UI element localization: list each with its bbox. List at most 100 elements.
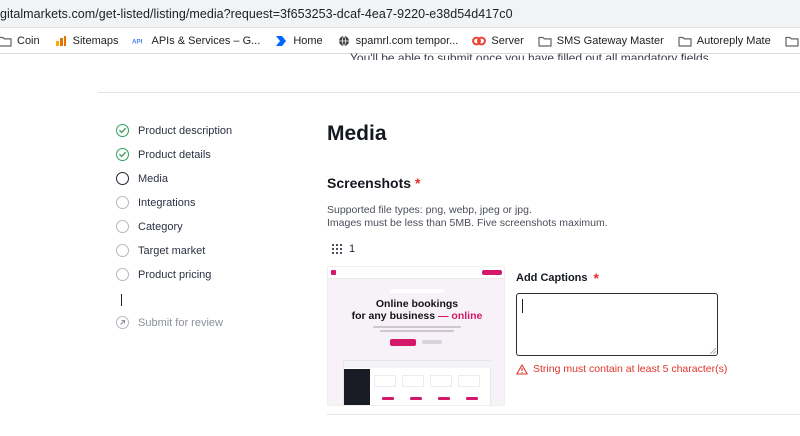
text-caret [522, 299, 523, 313]
thumb-secondary-button [422, 340, 442, 344]
required-asterisk: * [593, 270, 599, 286]
step-label: Product pricing [138, 268, 212, 281]
step-label: Integrations [138, 196, 196, 209]
step-label: Target market [138, 244, 206, 257]
bookmark-label: Sitemaps [72, 35, 119, 47]
step-product-description[interactable]: Product description [116, 124, 232, 137]
server-icon [472, 34, 487, 48]
thumb-cta [482, 270, 502, 275]
thumb-subtext [373, 326, 461, 328]
bookmark-item[interactable]: Coin [0, 34, 40, 48]
pending-step-icon [116, 196, 129, 209]
bookmark-label: SMS Gateway Master [556, 35, 664, 47]
thumb-bar [466, 397, 478, 400]
page-title: Media [327, 122, 387, 145]
bookmark-item[interactable]: DYI [785, 34, 800, 48]
check-circle-icon [116, 124, 129, 137]
validation-error: String must contain at least 5 character… [516, 363, 727, 375]
step-product-pricing[interactable]: Product pricing [116, 268, 211, 281]
bookmark-item[interactable]: SMS Gateway Master [538, 34, 664, 48]
thumb-bar [382, 397, 394, 400]
divider [98, 92, 800, 93]
thumb-app-sidebar [344, 369, 370, 405]
pending-step-icon [116, 244, 129, 257]
screenshot-thumbnail[interactable]: Online bookings for any business — onlin… [327, 266, 505, 406]
step-label: Media [138, 172, 168, 185]
thumb-stat-card [402, 375, 424, 387]
bookmark-label: Coin [17, 35, 40, 47]
thumb-logo-icon [331, 270, 336, 275]
screenshot-number: 1 [349, 243, 356, 255]
stepper-connector [121, 294, 122, 306]
address-bar[interactable]: gitalmarkets.com/get-listed/listing/medi… [0, 0, 800, 28]
thumb-stat-card [430, 375, 452, 387]
thumb-pill [390, 289, 444, 293]
bookmark-label: Home [293, 35, 323, 47]
caption-label-text: Add Captions [516, 272, 588, 284]
step-label: Product description [138, 124, 233, 137]
bookmark-label: Autoreply Mate [696, 35, 771, 47]
bookmark-label: APIs & Services – G... [151, 35, 261, 47]
validation-error-text: String must contain at least 5 character… [533, 363, 728, 375]
thumb-stat-card [374, 375, 396, 387]
caption-textarea[interactable] [516, 293, 718, 356]
folder-icon [538, 34, 552, 48]
analytics-icon [54, 34, 68, 48]
step-target-market[interactable]: Target market [116, 244, 205, 257]
folder-icon [785, 34, 799, 48]
thumb-bar [410, 397, 422, 400]
divider [327, 414, 800, 415]
bookmark-label: Server [491, 35, 524, 47]
step-category[interactable]: Category [116, 220, 183, 233]
pending-step-icon [116, 268, 129, 281]
thumb-headline-2-text: for any business [351, 310, 436, 322]
bookmark-item[interactable]: Sitemaps [54, 34, 119, 48]
thumb-headline-2: for any business — online [328, 310, 504, 322]
current-step-icon [116, 172, 129, 185]
help-size-limit: Images must be less than 5MB. Five scree… [327, 217, 608, 229]
thumb-bar [438, 397, 450, 400]
bookmark-item[interactable]: Home [274, 34, 323, 48]
thumb-app-preview [343, 360, 492, 405]
pending-step-icon [116, 220, 129, 233]
step-media[interactable]: Media [116, 172, 168, 185]
screenshot-header: 1 [331, 243, 355, 255]
bookmark-item[interactable]: Autoreply Mate [678, 34, 771, 48]
upload-help-text: Supported file types: png, webp, jpeg or… [327, 204, 608, 230]
svg-text:API: API [132, 39, 143, 46]
caption-label: Add Captions * [516, 270, 599, 286]
thumb-headline-1: Online bookings [375, 298, 459, 310]
globe-icon [337, 34, 351, 48]
help-file-types: Supported file types: png, webp, jpeg or… [327, 204, 532, 216]
bookmark-item[interactable]: Server [472, 34, 524, 48]
resize-handle-icon[interactable] [709, 347, 716, 354]
warning-icon [516, 363, 528, 375]
submit-arrow-icon [116, 316, 129, 329]
thumb-subtext [380, 330, 454, 332]
thumb-headline-accent: — online [438, 310, 483, 322]
step-label: Category [138, 220, 183, 233]
api-icon: API [132, 34, 146, 48]
folder-icon [678, 34, 692, 48]
thumb-navbar [328, 267, 504, 279]
step-integrations[interactable]: Integrations [116, 196, 195, 209]
bookmark-item[interactable]: spamrl.com tempor... [337, 34, 459, 48]
submit-for-review-button[interactable]: Submit for review [116, 316, 223, 329]
submit-label: Submit for review [138, 316, 223, 329]
thumb-primary-button [390, 339, 416, 346]
step-label: Product details [138, 148, 211, 161]
required-asterisk: * [415, 175, 421, 191]
bookmark-label: spamrl.com tempor... [355, 35, 459, 47]
step-product-details[interactable]: Product details [116, 148, 211, 161]
thumb-stat-card [458, 375, 480, 387]
url-text[interactable]: gitalmarkets.com/get-listed/listing/medi… [0, 7, 513, 21]
thumb-app-topbar [344, 361, 492, 368]
check-circle-icon [116, 148, 129, 161]
drag-handle-icon[interactable] [331, 243, 343, 255]
screenshots-heading-text: Screenshots [327, 175, 412, 191]
screenshots-heading: Screenshots * [327, 175, 421, 191]
folder-icon [0, 34, 12, 48]
submit-hint-banner: You'll be able to submit once you have f… [350, 51, 713, 60]
power-automate-icon [274, 34, 288, 48]
bookmark-item[interactable]: API APIs & Services – G... [132, 34, 260, 48]
